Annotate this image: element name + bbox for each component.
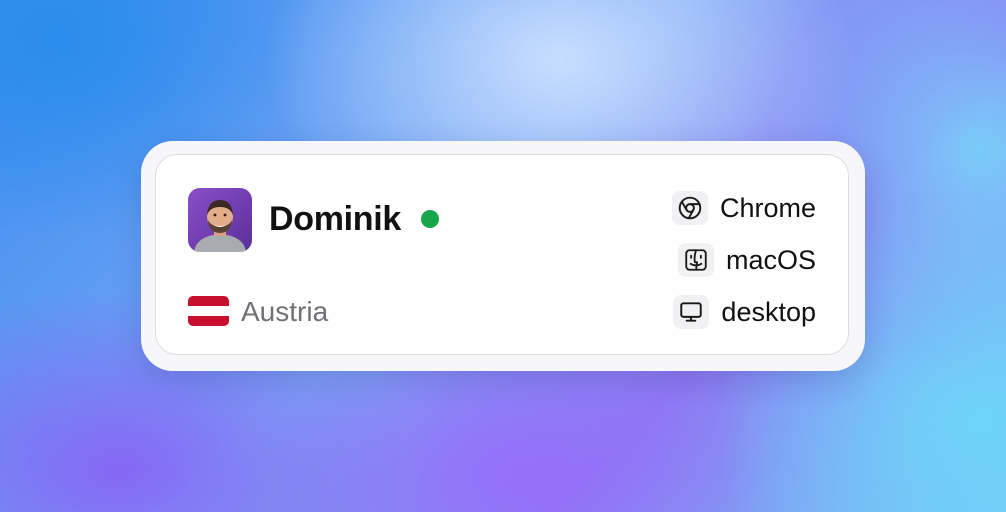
user-name: Dominik (269, 200, 402, 238)
visitor-card-body: Dominik Austria Chrome macOS desktop (155, 154, 849, 355)
austria-flag-icon (188, 296, 229, 326)
os-row: macOS (677, 243, 816, 277)
device-label: desktop (721, 297, 816, 327)
chrome-icon (671, 191, 708, 225)
finder-icon (677, 243, 714, 277)
country-label: Austria (241, 296, 329, 327)
online-status-dot (421, 210, 439, 228)
browser-row: Chrome (671, 191, 816, 225)
visitor-card: Dominik Austria Chrome macOS desktop (141, 141, 865, 371)
avatar (188, 188, 252, 252)
device-row: desktop (673, 295, 816, 329)
browser-label: Chrome (719, 193, 816, 223)
os-label: macOS (725, 245, 816, 275)
monitor-icon (673, 295, 710, 329)
